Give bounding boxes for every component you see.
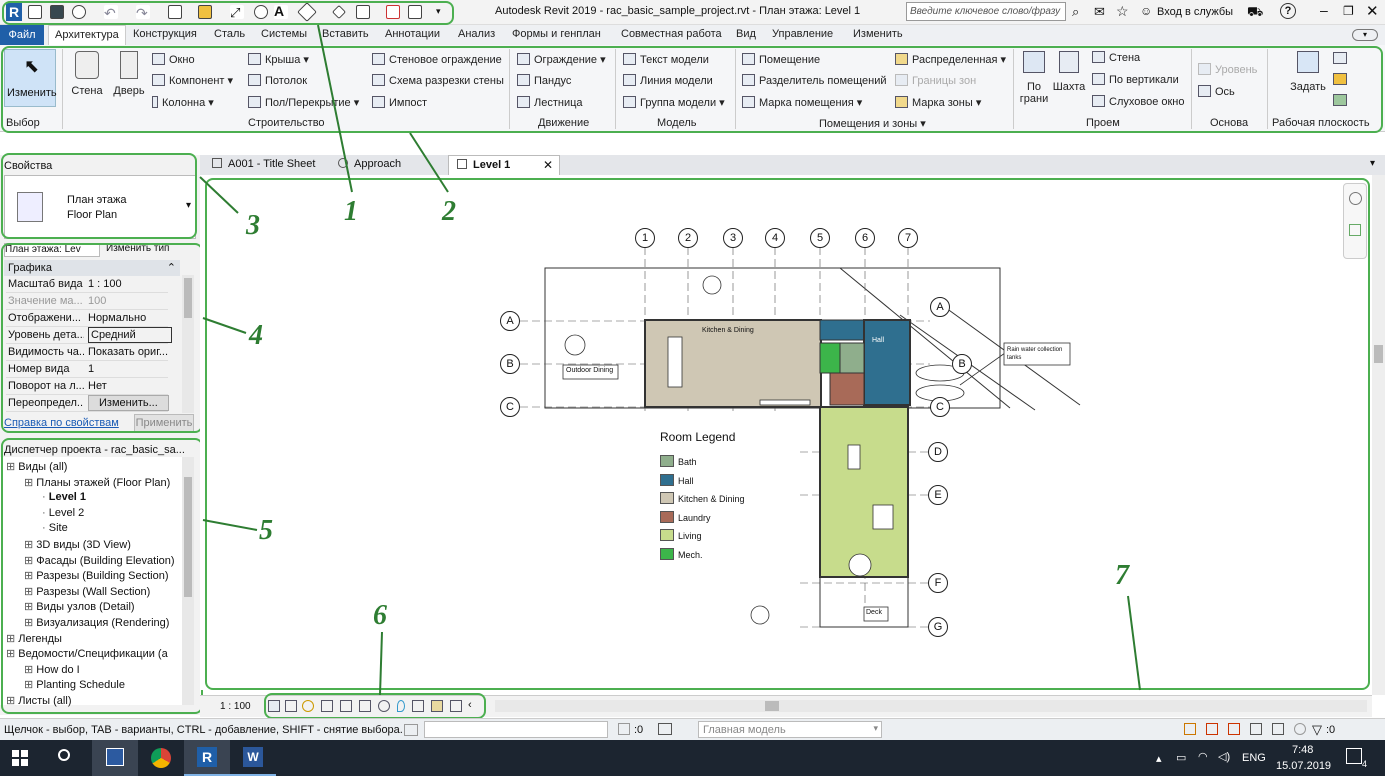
binoculars-icon[interactable]: ⌕ bbox=[1072, 4, 1079, 20]
tab-architecture[interactable]: Архитектура bbox=[48, 25, 126, 45]
word-icon[interactable]: W bbox=[230, 740, 276, 776]
window-title: Autodesk Revit 2019 - rac_basic_sample_p… bbox=[495, 5, 861, 17]
tab-annotate[interactable]: Аннотации bbox=[385, 28, 440, 40]
clock-time[interactable]: 7:48 bbox=[1292, 744, 1313, 756]
annotation-number-2: 2 bbox=[442, 196, 456, 227]
minimize-icon[interactable]: – bbox=[1320, 2, 1328, 18]
annotation-box-4 bbox=[1, 243, 203, 433]
tab-collaborate[interactable]: Совместная работа bbox=[621, 28, 722, 40]
ribbon: ⬉ Изменить Выбор Стена Дверь Окно Компон… bbox=[0, 45, 1385, 133]
status-hint: Щелчок - выбор, TAB - варианты, CTRL - д… bbox=[4, 724, 403, 736]
tab-systems[interactable]: Системы bbox=[261, 28, 307, 40]
wifi-icon[interactable]: ◠ bbox=[1198, 750, 1208, 763]
subscription-icon[interactable]: ✉ bbox=[1094, 4, 1105, 20]
tab-view[interactable]: Вид bbox=[736, 28, 756, 40]
filter-icon[interactable]: ▽ bbox=[1312, 722, 1322, 738]
help-icon[interactable]: ? bbox=[1280, 3, 1296, 19]
design-options-dropdown[interactable]: Главная модель ▾ bbox=[698, 721, 882, 738]
tab-insert[interactable]: Вставить bbox=[322, 28, 369, 40]
annotation-number-4: 4 bbox=[249, 320, 263, 351]
search-input[interactable]: Введите ключевое слово/фразу bbox=[906, 2, 1066, 21]
tabs-dropdown-icon[interactable]: ▾ bbox=[1370, 158, 1375, 169]
view-tabs: A001 - Title Sheet Approach Level 1 ✕ ▾ bbox=[200, 155, 1385, 175]
file-tab[interactable]: Файл bbox=[0, 25, 44, 45]
windows-start-icon[interactable] bbox=[12, 750, 28, 766]
workset-dropdown[interactable] bbox=[424, 721, 608, 738]
restore-icon[interactable]: ❐ bbox=[1343, 4, 1354, 18]
search-taskbar-icon[interactable] bbox=[58, 749, 70, 761]
volume-icon[interactable]: ◁) bbox=[1218, 750, 1230, 763]
workset-icon[interactable] bbox=[404, 724, 418, 736]
ribbon-tabs: Файл Архитектура Конструкция Сталь Систе… bbox=[0, 25, 1385, 45]
tab-modify[interactable]: Изменить bbox=[853, 28, 903, 40]
favorites-icon[interactable]: ☆ bbox=[1116, 3, 1129, 20]
notifications-icon[interactable]: 4 bbox=[1346, 748, 1367, 769]
view-scale[interactable]: 1 : 100 bbox=[220, 701, 251, 712]
annotation-number-5: 5 bbox=[259, 515, 273, 546]
tab-massing[interactable]: Формы и генплан bbox=[512, 28, 601, 40]
annotation-number-7: 7 bbox=[1115, 560, 1129, 591]
chrome-icon[interactable] bbox=[138, 740, 184, 776]
select-links-icon[interactable] bbox=[1184, 723, 1196, 735]
title-bar: R ↶ ↷ ⤢ A ▾ Autodesk Revit 2019 - rac_ba… bbox=[0, 0, 1385, 25]
taskbar: R W ▴ ▭ ◠ ◁) ENG 7:48 15.07.2019 4 bbox=[0, 740, 1385, 776]
annotation-number-6: 6 bbox=[373, 600, 387, 631]
ribbon-toggle-icon[interactable]: ▾ bbox=[1352, 29, 1378, 41]
user-icon[interactable]: ☺ bbox=[1140, 4, 1152, 18]
annotation-box-2 bbox=[1, 46, 1383, 133]
filter-count: :0 bbox=[1326, 724, 1336, 736]
view-control-bar: 1 : 100 ‹ bbox=[200, 693, 1372, 719]
drag-elements-icon[interactable] bbox=[1272, 723, 1284, 735]
sheet-icon bbox=[212, 158, 222, 168]
zoom-icon[interactable] bbox=[1349, 224, 1361, 236]
canvas-vscroll[interactable] bbox=[1372, 175, 1385, 695]
annotation-number-1: 1 bbox=[344, 196, 358, 227]
editable-count: :0 bbox=[634, 724, 644, 736]
tab-analyze[interactable]: Анализ bbox=[458, 28, 495, 40]
design-options-icon[interactable] bbox=[658, 723, 672, 735]
annotation-box-3 bbox=[1, 153, 197, 239]
annotation-number-3: 3 bbox=[246, 210, 260, 241]
cart-icon[interactable]: ⛟ bbox=[1247, 4, 1263, 22]
clock-date[interactable]: 15.07.2019 bbox=[1276, 760, 1331, 772]
revit-taskbar-icon[interactable]: R bbox=[184, 740, 230, 776]
battery-icon[interactable]: ▭ bbox=[1176, 751, 1186, 764]
annotation-box-5 bbox=[1, 438, 203, 714]
status-bar: Щелчок - выбор, TAB - варианты, CTRL - д… bbox=[0, 718, 1385, 740]
left-panels: Свойства План этажа Floor Plan ▾ План эт… bbox=[0, 153, 203, 715]
canvas-hscroll[interactable] bbox=[495, 700, 1367, 712]
tab-approach[interactable]: Approach bbox=[330, 155, 409, 175]
notification-count: 4 bbox=[1361, 759, 1367, 769]
camera-icon bbox=[338, 158, 348, 168]
language-indicator[interactable]: ENG bbox=[1242, 752, 1266, 764]
select-underlay-icon[interactable] bbox=[1206, 723, 1218, 735]
signin-button[interactable]: Вход в службы bbox=[1157, 6, 1233, 18]
tab-steel[interactable]: Сталь bbox=[214, 28, 245, 40]
steering-wheel-icon[interactable] bbox=[1349, 192, 1362, 205]
app-save-icon[interactable] bbox=[92, 740, 138, 776]
close-tab-icon[interactable]: ✕ bbox=[543, 158, 553, 172]
nav-bar[interactable] bbox=[1343, 183, 1367, 259]
select-pinned-icon[interactable] bbox=[1228, 723, 1240, 735]
tab-structure[interactable]: Конструкция bbox=[133, 28, 197, 40]
annotation-box-1 bbox=[2, 1, 454, 25]
tab-title-sheet[interactable]: A001 - Title Sheet bbox=[204, 155, 323, 175]
close-icon[interactable]: ✕ bbox=[1366, 2, 1379, 20]
floor-plan-icon bbox=[457, 159, 467, 169]
tab-level-1[interactable]: Level 1 ✕ bbox=[448, 155, 560, 175]
background-process-icon[interactable] bbox=[1294, 723, 1306, 735]
tray-arrow-icon[interactable]: ▴ bbox=[1156, 752, 1162, 765]
editable-icon[interactable] bbox=[618, 723, 630, 735]
select-face-icon[interactable] bbox=[1250, 723, 1262, 735]
annotation-box-6 bbox=[264, 693, 486, 719]
tab-manage[interactable]: Управление bbox=[772, 28, 833, 40]
